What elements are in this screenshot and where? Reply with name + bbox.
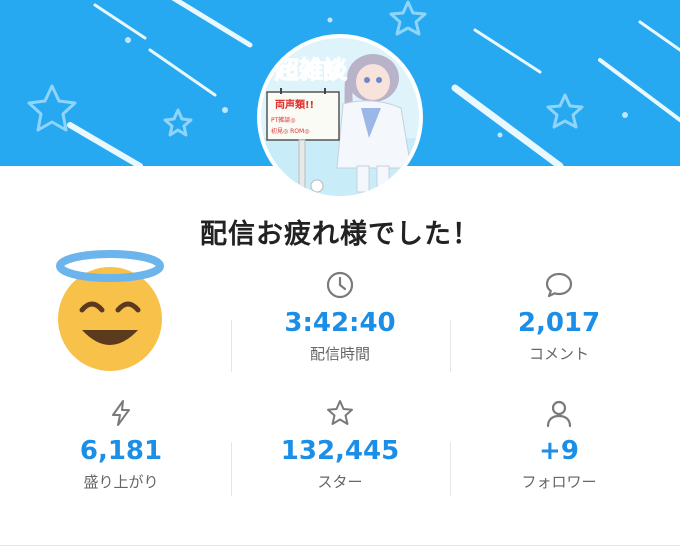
stat-stream-time: 3:42:40 配信時間 — [231, 268, 449, 364]
divider — [231, 442, 232, 496]
excitement-label: 盛り上がり — [83, 473, 159, 491]
divider — [450, 442, 451, 496]
divider — [231, 320, 232, 372]
stars-value: 132,445 — [280, 436, 400, 466]
smiling-face-with-halo-icon — [52, 248, 168, 376]
thumbnail-sign-sub-2: 初見◎ ROM◎ — [271, 127, 309, 135]
followers-label: フォロワー — [521, 473, 597, 491]
stream-thumbnail: 超雑談 両声類!! PT雑談◎ 初見◎ ROM◎ — [257, 34, 423, 200]
person-icon — [546, 400, 572, 428]
thumbnail-sign-sub-1: PT雑談◎ — [271, 116, 296, 124]
comments-label: コメント — [528, 345, 589, 363]
bottom-divider — [0, 545, 680, 546]
stat-comments: 2,017 コメント — [450, 268, 668, 364]
excitement-value: 6,181 — [79, 436, 163, 466]
stream-time-label: 配信時間 — [309, 345, 370, 363]
thumbnail-artwork: 超雑談 両声類!! PT雑談◎ 初見◎ ROM◎ — [261, 38, 419, 196]
lightning-icon — [112, 400, 130, 426]
thumbnail-sign-text: 両声類!! — [275, 98, 314, 111]
thumbnail-title-art: 超雑談 — [275, 56, 348, 84]
comments-value: 2,017 — [517, 308, 601, 338]
stars-label: スター — [317, 473, 363, 491]
stat-excitement: 6,181 盛り上がり — [12, 396, 230, 492]
star-icon — [327, 400, 353, 425]
stat-stars: 132,445 スター — [231, 396, 449, 492]
followers-value: +9 — [539, 436, 579, 466]
stream-finished-headline: 配信お疲れ様でした！ — [200, 219, 480, 250]
clock-icon — [326, 271, 354, 299]
stream-time-value: 3:42:40 — [284, 308, 396, 338]
divider — [450, 320, 451, 372]
stat-followers: +9 フォロワー — [450, 396, 668, 492]
comment-icon — [545, 272, 573, 298]
